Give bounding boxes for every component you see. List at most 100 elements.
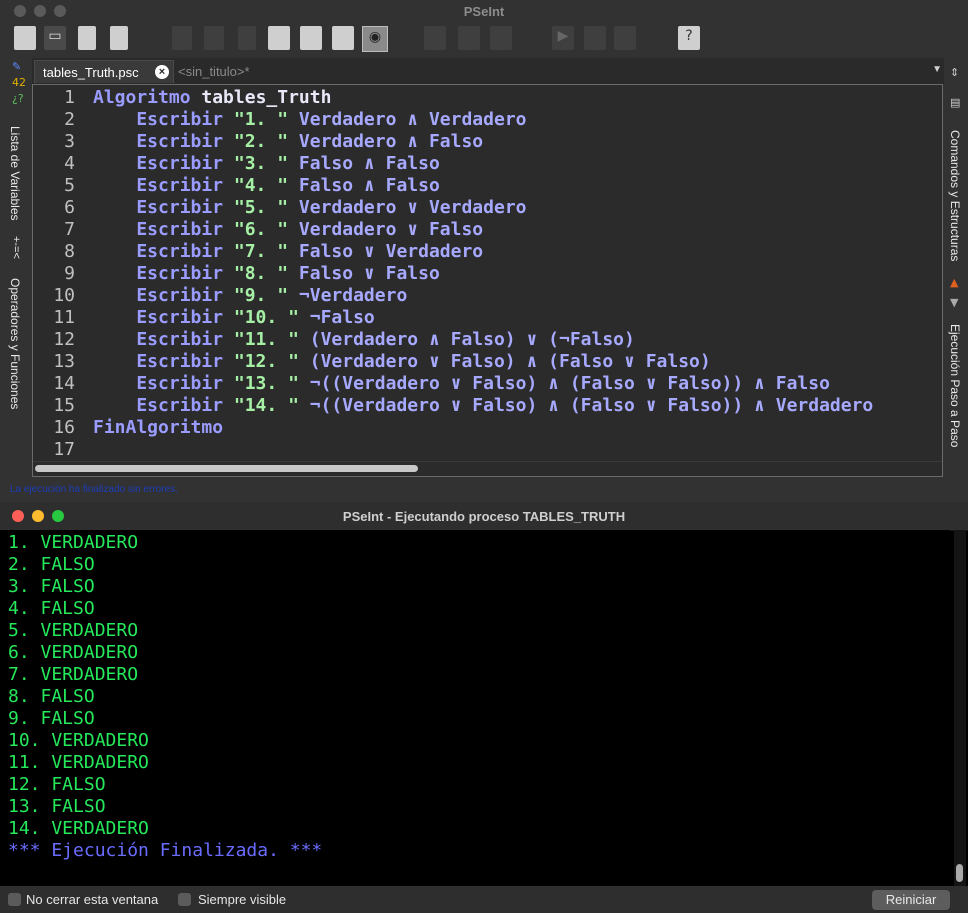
- structures-icon[interactable]: ⇕: [950, 66, 959, 79]
- indent-icon[interactable]: [332, 26, 354, 50]
- code-keyword: Escribir: [93, 351, 224, 372]
- line-number: 15: [53, 395, 75, 416]
- code-line[interactable]: Escribir "14. " ¬((Verdadero ∨ Falso) ∧ …: [93, 395, 873, 416]
- code-string: "5. ": [223, 197, 289, 218]
- commands-panel-tab[interactable]: Comandos y Estructuras: [948, 130, 962, 261]
- code-editor[interactable]: 1 2 3 4 5 6 7 8 9 10 11 12 13 14 15 16 17 Algoritmo tabl…: [32, 84, 943, 477]
- line-number: 7: [64, 219, 75, 240]
- new-file-icon[interactable]: [14, 26, 36, 50]
- code-line[interactable]: Escribir "2. " Verdadero ∧ Falso: [93, 131, 483, 152]
- tab-tables-truth[interactable]: tables_Truth.psc ×: [34, 60, 174, 83]
- code-line[interactable]: Escribir "9. " ¬Verdadero: [93, 285, 407, 306]
- line-number: 16: [53, 417, 75, 438]
- step-icon[interactable]: [458, 26, 480, 50]
- line-number: 11: [53, 307, 75, 328]
- save-as-icon[interactable]: [110, 26, 128, 50]
- code-string: "4. ": [223, 175, 289, 196]
- vertical-scroll-thumb[interactable]: [956, 864, 963, 882]
- step-by-step-icon[interactable]: [584, 26, 606, 50]
- code-line[interactable]: Escribir "8. " Falso ∨ Falso: [93, 263, 439, 284]
- footsteps-icon[interactable]: ▼: [950, 296, 958, 309]
- operators-panel-tab[interactable]: Operadores y Funciones: [8, 278, 22, 409]
- code-line[interactable]: Algoritmo tables_Truth: [93, 87, 331, 108]
- code-line[interactable]: Escribir "6. " Verdadero ∨ Falso: [93, 219, 483, 240]
- window-title: PSeInt: [463, 4, 505, 19]
- code-string: "14. ": [223, 395, 299, 416]
- code-keyword: Escribir: [93, 175, 224, 196]
- code-keyword: Escribir: [93, 197, 224, 218]
- line-number: 3: [64, 131, 75, 152]
- code-line[interactable]: Escribir "1. " Verdadero ∧ Verdadero: [93, 109, 526, 130]
- execution-title: PSeInt - Ejecutando proceso TABLES_TRUTH: [342, 509, 626, 524]
- copy-icon[interactable]: [268, 26, 290, 50]
- open-folder-icon[interactable]: ▭: [44, 26, 66, 50]
- code-line[interactable]: Escribir "10. " ¬Falso: [93, 307, 375, 328]
- code-line[interactable]: FinAlgoritmo: [93, 417, 223, 438]
- redo-icon[interactable]: [204, 26, 224, 50]
- debug-icon[interactable]: [424, 26, 446, 50]
- code-line[interactable]: Escribir "11. " (Verdadero ∧ Falso) ∨ (¬…: [93, 329, 635, 350]
- line-number-gutter: 1 2 3 4 5 6 7 8 9 10 11 12 13 14 15 16 17: [33, 85, 83, 465]
- code-keyword: Escribir: [93, 241, 224, 262]
- keep-open-checkbox[interactable]: [8, 893, 21, 906]
- code-string: "9. ": [223, 285, 289, 306]
- status-message: La ejecución ha finalizado sin errores.: [10, 484, 178, 495]
- code-line[interactable]: Escribir "4. " Falso ∧ Falso: [93, 175, 439, 196]
- commands-icon[interactable]: ▤: [950, 96, 960, 109]
- code-keyword: Escribir: [93, 285, 224, 306]
- code-keyword: Escribir: [93, 373, 224, 394]
- steps-icon[interactable]: ▲: [950, 276, 958, 289]
- save-icon[interactable]: [78, 26, 96, 50]
- line-number: 6: [64, 197, 75, 218]
- code-keyword: Escribir: [93, 307, 224, 328]
- code-string: "1. ": [223, 109, 289, 130]
- code-string: "12. ": [223, 351, 299, 372]
- vertical-scrollbar[interactable]: [954, 530, 966, 886]
- variables-panel-tab[interactable]: Lista de Variables: [8, 126, 22, 221]
- paste-icon[interactable]: [300, 26, 322, 50]
- variables-icon[interactable]: ✎: [12, 60, 21, 73]
- horizontal-scrollbar[interactable]: [33, 461, 942, 476]
- close-tab-icon[interactable]: ×: [155, 65, 169, 79]
- code-expression: ¬Falso: [298, 307, 375, 328]
- code-line[interactable]: Escribir "13. " ¬((Verdadero ∨ Falso) ∧ …: [93, 373, 830, 394]
- code-line[interactable]: Escribir "5. " Verdadero ∨ Verdadero: [93, 197, 527, 218]
- line-number: 5: [64, 175, 75, 196]
- find-icon[interactable]: ◉: [362, 26, 388, 52]
- console-line: 11. VERDADERO: [8, 752, 149, 773]
- always-visible-checkbox[interactable]: [178, 893, 191, 906]
- line-number: 13: [53, 351, 75, 372]
- code-expression: Falso ∨ Verdadero: [288, 241, 484, 262]
- keep-open-label: No cerrar esta ventana: [26, 892, 159, 907]
- undo-icon[interactable]: [172, 26, 192, 50]
- console-line: 6. VERDADERO: [8, 642, 139, 663]
- horizontal-scroll-thumb[interactable]: [35, 465, 418, 472]
- code-expression: Verdadero ∨ Verdadero: [288, 197, 527, 218]
- code-line[interactable]: Escribir "12. " (Verdadero ∨ Falso) ∧ (F…: [93, 351, 710, 372]
- code-expression: ¬Verdadero: [288, 285, 408, 306]
- code-keyword: Algoritmo: [93, 87, 191, 108]
- line-number: 14: [53, 373, 75, 394]
- tab-menu-icon[interactable]: ▼: [932, 64, 942, 75]
- code-expression: Verdadero ∨ Falso: [288, 219, 484, 240]
- code-keyword: Escribir: [93, 263, 224, 284]
- restart-button[interactable]: Reiniciar: [872, 890, 950, 910]
- help-icon[interactable]: ?: [678, 26, 700, 50]
- code-line[interactable]: Escribir "7. " Falso ∨ Verdadero: [93, 241, 483, 262]
- cut-icon[interactable]: [238, 26, 256, 50]
- step-execution-panel-tab[interactable]: Ejecución Paso a Paso: [948, 324, 962, 447]
- run-icon[interactable]: ▶: [552, 26, 574, 50]
- left-panel: ✎ 42 ¿? Lista de Variables +-=< Operador…: [0, 56, 30, 486]
- code-keyword: Escribir: [93, 395, 224, 416]
- line-number: 9: [64, 263, 75, 284]
- code-string: "10. ": [223, 307, 299, 328]
- console-line: 10. VERDADERO: [8, 730, 149, 751]
- number-icon: 42: [12, 76, 26, 89]
- tab-untitled[interactable]: <sin_titulo>*: [176, 60, 266, 83]
- code-line[interactable]: Escribir "3. " Falso ∧ Falso: [93, 153, 439, 174]
- flowchart-icon[interactable]: [614, 26, 636, 50]
- stop-icon[interactable]: [490, 26, 512, 50]
- console-line: 13. FALSO: [8, 796, 106, 817]
- code-string: "3. ": [223, 153, 289, 174]
- console-line: 14. VERDADERO: [8, 818, 149, 839]
